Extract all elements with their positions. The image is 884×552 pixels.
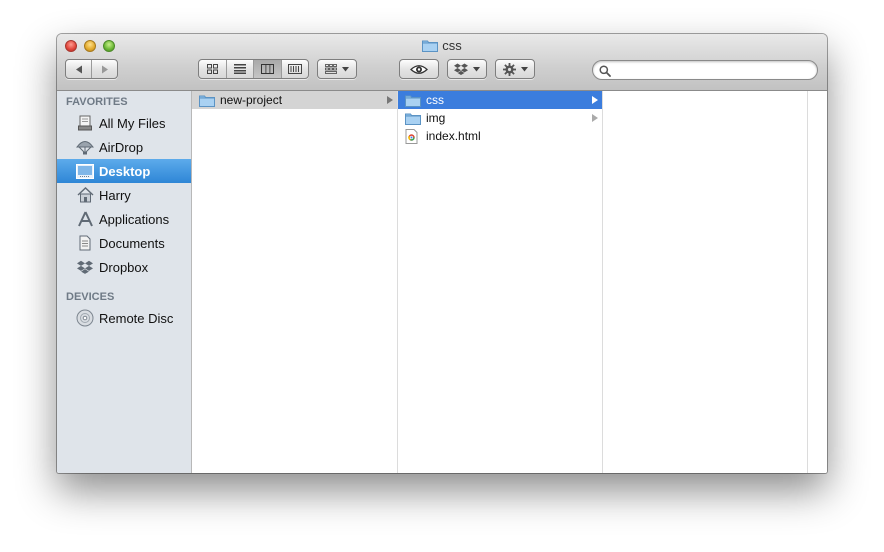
icon-view-button[interactable]	[199, 60, 228, 78]
folder-icon	[405, 93, 421, 107]
list-view-button[interactable]	[227, 60, 255, 78]
desktop-icon	[74, 162, 96, 180]
home-icon	[74, 186, 96, 204]
browser-column-4	[808, 91, 827, 473]
folder-icon	[422, 39, 439, 55]
sidebar-header-devices: DEVICES	[66, 291, 115, 303]
column-view-button[interactable]	[254, 60, 282, 78]
list-item-img[interactable]: img	[398, 109, 602, 127]
sidebar-item-desktop[interactable]: Desktop	[57, 159, 191, 183]
chevron-down-icon	[473, 66, 480, 71]
sidebar-item-label: Harry	[99, 187, 131, 203]
disc-icon	[74, 309, 96, 327]
item-label: css	[426, 93, 444, 107]
item-label: new-project	[220, 93, 283, 107]
icon-grid-icon	[207, 64, 219, 74]
sidebar-item-remote-disc[interactable]: Remote Disc	[57, 306, 191, 330]
list-icon	[234, 64, 247, 74]
sidebar: FAVORITES All My Files AirDrop Desktop H…	[57, 91, 192, 473]
list-item-new-project[interactable]: new-project	[192, 91, 397, 109]
forward-arrow-icon	[101, 65, 108, 73]
back-arrow-icon	[75, 65, 82, 73]
disclosure-arrow-icon	[592, 96, 598, 104]
disclosure-arrow-icon	[387, 96, 393, 104]
arrange-icon	[325, 64, 337, 74]
forward-button[interactable]	[92, 60, 117, 78]
dropbox-icon	[74, 258, 96, 276]
sidebar-item-label: All My Files	[99, 115, 166, 131]
sidebar-item-dropbox[interactable]: Dropbox	[57, 255, 191, 279]
dropbox-icon	[454, 63, 468, 75]
action-menu-button[interactable]	[495, 59, 535, 79]
list-item-css[interactable]: css	[398, 91, 602, 109]
dropbox-menu-button[interactable]	[447, 59, 487, 79]
cover-flow-icon	[287, 64, 302, 74]
item-label: img	[426, 111, 446, 125]
chevron-down-icon	[520, 66, 528, 71]
view-mode-control	[198, 59, 309, 79]
browser-column-3	[603, 91, 808, 473]
browser-column-2: css img index.html	[398, 91, 603, 473]
sidebar-item-airdrop[interactable]: AirDrop	[57, 135, 191, 159]
sidebar-item-label: Dropbox	[99, 259, 149, 275]
sidebar-item-documents[interactable]: Documents	[57, 231, 191, 255]
sidebar-item-harry[interactable]: Harry	[57, 183, 191, 207]
documents-icon	[74, 234, 96, 252]
gear-icon	[502, 62, 516, 76]
airdrop-icon	[74, 138, 96, 156]
folder-icon	[199, 93, 215, 107]
sidebar-header-favorites: FAVORITES	[66, 96, 128, 108]
search-icon	[599, 65, 611, 77]
finder-window: css FAVORITES All My Files AirDrop Deskt…	[57, 34, 827, 473]
back-forward-control	[65, 59, 118, 79]
arrange-button[interactable]	[317, 59, 357, 79]
cover-flow-view-button[interactable]	[282, 60, 308, 78]
back-button[interactable]	[66, 60, 92, 78]
browser-column-1: new-project	[192, 91, 398, 473]
sidebar-item-all-my-files[interactable]: All My Files	[57, 111, 191, 135]
disclosure-arrow-icon	[592, 114, 598, 122]
sidebar-item-applications[interactable]: Applications	[57, 207, 191, 231]
list-item-index-html[interactable]: index.html	[398, 127, 602, 145]
search-field[interactable]	[592, 60, 818, 80]
eye-icon	[410, 64, 428, 74]
chevron-down-icon	[342, 66, 349, 71]
quick-look-button[interactable]	[399, 59, 439, 79]
sidebar-item-label: Desktop	[99, 163, 151, 179]
window-title: css	[442, 38, 462, 53]
folder-icon	[405, 111, 421, 125]
item-label: index.html	[426, 129, 481, 143]
search-input[interactable]	[615, 63, 815, 79]
columns-icon	[261, 64, 275, 74]
toolbar: css	[57, 34, 827, 91]
sidebar-item-label: Applications	[99, 211, 170, 227]
window-title-bar: css	[57, 38, 827, 55]
html-file-icon	[405, 128, 421, 144]
applications-icon	[74, 210, 96, 228]
sidebar-item-label: Documents	[99, 235, 165, 251]
sidebar-item-label: Remote Disc	[99, 310, 174, 326]
all-my-files-icon	[74, 114, 96, 132]
sidebar-item-label: AirDrop	[99, 139, 144, 155]
